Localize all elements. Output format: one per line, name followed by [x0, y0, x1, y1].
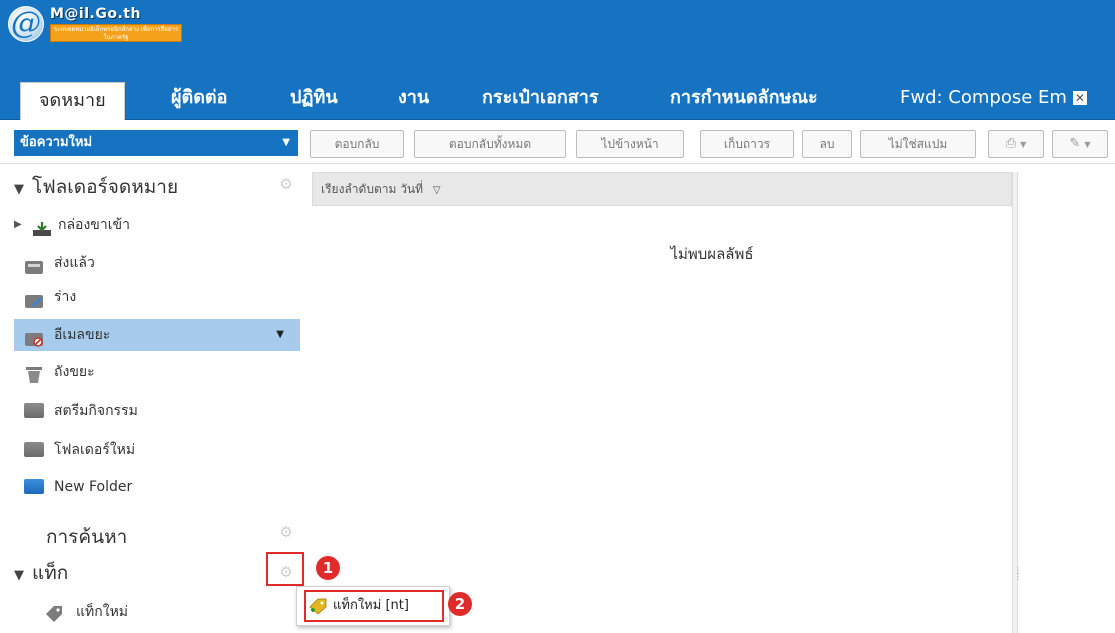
callout-badge-1: 1 — [316, 556, 340, 580]
junk-icon — [24, 327, 44, 347]
callout-highlight-1 — [266, 552, 304, 586]
sidebar-item-label: โฟลเดอร์ใหม่ — [54, 442, 136, 458]
close-icon[interactable]: ✕ — [1072, 91, 1087, 105]
mail-toolbar: ข้อความใหม่ ▼ ตอบกลับ ตอบกลับทั้งหมด ไปข… — [0, 120, 1115, 164]
new-message-label: ข้อความใหม่ — [20, 135, 93, 150]
collapse-triangle-icon[interactable]: ▼ — [14, 568, 24, 583]
inbox-icon — [32, 217, 52, 236]
sort-direction-icon[interactable]: ▽ — [433, 185, 441, 196]
sort-bar[interactable]: เรียงลำดับตาม วันที่ ▽ — [312, 172, 1012, 206]
sidebar-item-label: แท็กใหม่ — [76, 604, 129, 620]
logo-subtitle: ระบบจดหมายอิเล็กทรอนิกส์กลาง เพื่อการสื่… — [50, 24, 182, 42]
sidebar-item-label: ร่าง — [54, 289, 77, 305]
not-spam-button[interactable]: ไม่ใช่สแปม — [860, 130, 976, 158]
tab-tasks-label: งาน — [398, 87, 430, 108]
tags-header[interactable]: ▼ แท็ก — [14, 558, 68, 588]
message-list: เรียงลำดับตาม วันที่ ▽ ไม่พบผลลัพธ์ — [312, 172, 1012, 633]
expand-arrow-icon[interactable]: ▶ — [14, 209, 22, 241]
app-logo[interactable]: @ M@il.Go.th ระบบจดหมายอิเล็กทรอนิกส์กลา… — [8, 6, 182, 44]
archive-button[interactable]: เก็บถาวร — [700, 130, 794, 158]
tab-briefcase-label: กระเป๋าเอกสาร — [482, 87, 599, 108]
search-gear-icon[interactable]: ⚙ — [278, 524, 294, 540]
sidebar-item-label: ถังขยะ — [54, 364, 95, 380]
tag-icon: ✎ — [1069, 136, 1081, 151]
folder-blue-icon — [24, 479, 44, 494]
delete-button[interactable]: ลบ — [802, 130, 852, 158]
sidebar-item-label: New Folder — [54, 479, 133, 495]
trash-icon — [24, 364, 44, 383]
tag-icon — [44, 602, 64, 622]
reading-pane-splitter[interactable] — [1012, 172, 1018, 633]
tab-contacts-label: ผู้ติดต่อ — [171, 87, 228, 108]
chevron-down-icon: ▼ — [1084, 140, 1091, 149]
tag-menu-button[interactable]: ✎ ▼ — [1052, 130, 1108, 158]
tab-mail-label: จดหมาย — [39, 90, 106, 111]
search-header[interactable]: การค้นหา — [46, 522, 127, 552]
sidebar-item-trash[interactable]: ถังขยะ — [14, 356, 300, 388]
app-header: @ M@il.Go.th ระบบจดหมายอิเล็กทรอนิกส์กลา… — [0, 0, 1115, 120]
folder-icon — [24, 442, 44, 457]
sidebar-item-new-folder[interactable]: New Folder — [14, 471, 300, 503]
new-message-button[interactable]: ข้อความใหม่ ▼ — [14, 130, 298, 156]
sidebar-item-tag[interactable]: แท็กใหม่ — [14, 596, 300, 628]
tab-tasks[interactable]: งาน — [398, 78, 429, 120]
callout-highlight-2 — [304, 590, 444, 622]
sidebar-item-label: สตรีมกิจกรรม — [54, 403, 138, 419]
search-header-label: การค้นหา — [46, 526, 128, 548]
sidebar-item-label: อีเมลขยะ — [54, 327, 111, 343]
splitter-grip-icon[interactable]: ⋮ ⋮ — [1014, 567, 1022, 581]
main-tabs: จดหมาย ผู้ติดต่อ ปฏิทิน งาน กระเป๋าเอกสา… — [0, 78, 1115, 120]
folders-gear-icon[interactable]: ⚙ — [278, 176, 294, 192]
print-icon: ⎙ — [1005, 136, 1017, 151]
callout-badge-2: 2 — [448, 592, 472, 616]
tab-briefcase[interactable]: กระเป๋าเอกสาร — [482, 78, 599, 120]
sidebar-item-label: ส่งแล้ว — [54, 255, 95, 271]
chevron-down-icon[interactable]: ▼ — [276, 319, 284, 351]
drafts-icon — [24, 289, 44, 308]
sidebar-item-drafts[interactable]: ร่าง — [14, 281, 300, 313]
sent-icon — [24, 255, 44, 274]
sort-label: เรียงลำดับตาม วันที่ — [321, 182, 424, 196]
sidebar-item-sent[interactable]: ส่งแล้ว — [14, 247, 300, 279]
sidebar-item-activity-stream[interactable]: สตรีมกิจกรรม — [14, 395, 300, 427]
forward-button[interactable]: ไปข้างหน้า — [576, 130, 684, 158]
folder-icon — [24, 403, 44, 418]
tab-compose[interactable]: Fwd: Compose Em ✕ — [900, 78, 1087, 120]
tab-calendar-label: ปฏิทิน — [290, 87, 338, 108]
logo-at-icon: @ — [8, 6, 44, 42]
folders-header[interactable]: ▼ โฟลเดอร์จดหมาย — [14, 172, 178, 202]
reply-button[interactable]: ตอบกลับ — [310, 130, 404, 158]
tab-calendar[interactable]: ปฏิทิน — [290, 78, 338, 120]
sidebar-item-junk[interactable]: อีเมลขยะ ▼ — [14, 319, 300, 351]
sidebar-item-inbox[interactable]: ▶ กล่องขาเข้า — [14, 209, 300, 241]
sidebar-item-label: กล่องขาเข้า — [58, 217, 130, 233]
sidebar-item-new-folder-th[interactable]: โฟลเดอร์ใหม่ — [14, 434, 300, 466]
folders-header-label: โฟลเดอร์จดหมาย — [32, 176, 179, 198]
tab-preferences[interactable]: การกำหนดลักษณะ — [670, 78, 818, 120]
tab-mail[interactable]: จดหมาย — [20, 82, 125, 120]
print-menu-button[interactable]: ⎙ ▼ — [988, 130, 1044, 158]
logo-title: M@il.Go.th — [50, 6, 141, 22]
reply-all-button[interactable]: ตอบกลับทั้งหมด — [414, 130, 566, 158]
tab-compose-label: Fwd: Compose Em — [900, 87, 1067, 108]
sidebar: ▼ โฟลเดอร์จดหมาย ⚙ ▶ กล่องขาเข้า ส่งแล้ว … — [0, 164, 300, 633]
chevron-down-icon[interactable]: ▼ — [282, 130, 290, 156]
tab-contacts[interactable]: ผู้ติดต่อ — [171, 78, 227, 120]
tab-preferences-label: การกำหนดลักษณะ — [670, 87, 818, 108]
collapse-triangle-icon[interactable]: ▼ — [14, 182, 24, 197]
tags-header-label: แท็ก — [32, 562, 69, 584]
chevron-down-icon: ▼ — [1020, 140, 1027, 149]
empty-results-message: ไม่พบผลลัพธ์ — [670, 245, 754, 263]
